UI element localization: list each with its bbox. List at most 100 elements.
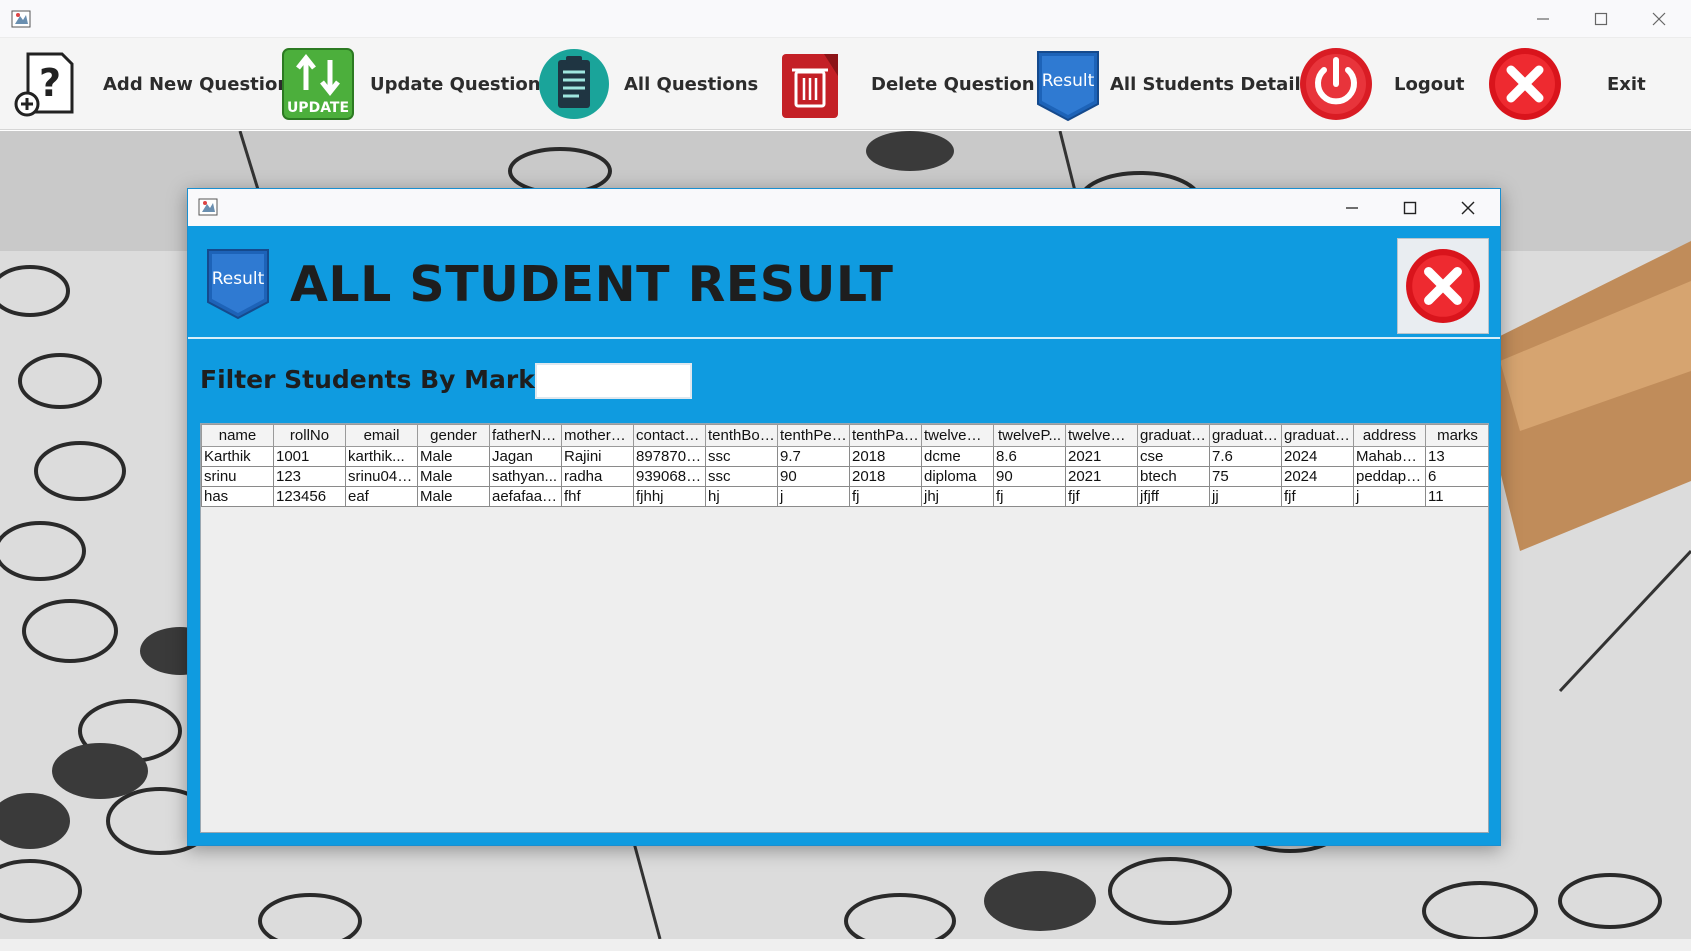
table-cell[interactable]: 123 xyxy=(273,466,346,487)
table-cell[interactable]: fj xyxy=(993,486,1066,507)
table-cell[interactable]: 6 xyxy=(1425,466,1488,487)
table-cell[interactable]: 2024 xyxy=(1281,466,1354,487)
table-cell[interactable]: jj xyxy=(1209,486,1282,507)
column-header[interactable]: graduatio... xyxy=(1137,424,1210,447)
table-cell[interactable]: karthik... xyxy=(345,446,418,467)
table-cell[interactable]: btech xyxy=(1137,466,1210,487)
table-cell[interactable]: fjf xyxy=(1065,486,1138,507)
table-cell[interactable]: 9.7 xyxy=(777,446,850,467)
column-header[interactable]: fatherNa... xyxy=(489,424,562,447)
table-cell[interactable]: 2018 xyxy=(849,466,922,487)
column-header[interactable]: gender xyxy=(417,424,490,447)
column-header[interactable]: twelveP... xyxy=(993,424,1066,447)
column-header[interactable]: name xyxy=(201,424,274,447)
table-cell[interactable]: 2024 xyxy=(1281,446,1354,467)
table-cell[interactable]: jhj xyxy=(921,486,994,507)
column-header[interactable]: tenthPas... xyxy=(849,424,922,447)
column-header[interactable]: rollNo xyxy=(273,424,346,447)
table-cell[interactable]: 8.6 xyxy=(993,446,1066,467)
table-row[interactable]: has 123456 eaf Male aefafaafaff fhf fjhhj hj j fj… xyxy=(201,486,1488,507)
table-cell[interactable]: j xyxy=(1353,486,1426,507)
table-cell[interactable]: 90 xyxy=(777,466,850,487)
table-cell[interactable]: fj xyxy=(849,486,922,507)
table-cell[interactable]: cse xyxy=(1137,446,1210,467)
table-row[interactable]: srinu 123 srinu046... Male sathyan... radha 93… xyxy=(201,466,1488,487)
add-new-question-button[interactable]: ? Add New Question xyxy=(10,46,290,122)
table-cell[interactable]: Mahabub... xyxy=(1353,446,1426,467)
table-cell[interactable]: fjhhj xyxy=(633,486,706,507)
table-cell[interactable]: Male xyxy=(417,466,490,487)
table-cell[interactable]: Karthik xyxy=(201,446,274,467)
table-cell[interactable]: 2018 xyxy=(849,446,922,467)
column-header[interactable]: twelveGr... xyxy=(921,424,994,447)
table-cell[interactable]: 1001 xyxy=(273,446,346,467)
table-cell[interactable]: sathyan... xyxy=(489,466,562,487)
table-cell[interactable]: srinu xyxy=(201,466,274,487)
table-cell[interactable]: dcme xyxy=(921,446,994,467)
java-app-icon xyxy=(11,10,31,28)
minimize-button[interactable] xyxy=(1516,4,1570,34)
column-header[interactable]: graduatio... xyxy=(1209,424,1282,447)
table-cell[interactable]: 7.6 xyxy=(1209,446,1282,467)
column-header[interactable]: tenthPer... xyxy=(777,424,850,447)
table-cell[interactable]: j xyxy=(777,486,850,507)
table-cell[interactable]: 11 xyxy=(1425,486,1488,507)
column-header[interactable]: twelvePa... xyxy=(1065,424,1138,447)
table-cell[interactable]: 75 xyxy=(1209,466,1282,487)
table-cell[interactable]: fjf xyxy=(1281,486,1354,507)
column-header[interactable]: marks xyxy=(1425,424,1488,447)
close-window-button[interactable] xyxy=(1632,4,1686,34)
students-results-table[interactable]: name rollNo email gender fatherNa... motherN.… xyxy=(200,423,1489,833)
table-cell[interactable]: radha xyxy=(561,466,634,487)
dialog-close-window-button[interactable] xyxy=(1439,193,1497,223)
table-cell[interactable]: ssc xyxy=(705,446,778,467)
column-header[interactable]: tenthBoa... xyxy=(705,424,778,447)
table-cell[interactable]: 90 xyxy=(993,466,1066,487)
logout-button[interactable]: Logout xyxy=(1298,46,1465,122)
table-cell[interactable]: eaf xyxy=(345,486,418,507)
dialog-maximize-button[interactable] xyxy=(1381,193,1439,223)
all-questions-button[interactable]: All Questions xyxy=(536,46,758,122)
main-title-bar xyxy=(0,0,1691,38)
close-dialog-button[interactable] xyxy=(1397,238,1489,334)
table-cell[interactable]: 2021 xyxy=(1065,446,1138,467)
maximize-button[interactable] xyxy=(1574,4,1628,34)
all-students-details-button[interactable]: Result All Students Details xyxy=(1030,46,1311,122)
column-header[interactable]: contactNo xyxy=(633,424,706,447)
main-toolbar: ? Add New Question UPDATE Update Questio… xyxy=(0,38,1691,130)
table-cell[interactable]: peddapalli xyxy=(1353,466,1426,487)
table-cell[interactable]: ssc xyxy=(705,466,778,487)
table-cell[interactable]: 8978703... xyxy=(633,446,706,467)
table-cell[interactable]: diploma xyxy=(921,466,994,487)
table-cell[interactable]: 9390689... xyxy=(633,466,706,487)
table-cell[interactable]: Jagan xyxy=(489,446,562,467)
svg-text:?: ? xyxy=(39,61,61,105)
logout-label: Logout xyxy=(1394,73,1465,95)
filter-marks-input[interactable] xyxy=(535,363,692,399)
table-cell[interactable]: hj xyxy=(705,486,778,507)
table-cell[interactable]: has xyxy=(201,486,274,507)
table-cell[interactable]: jfjff xyxy=(1137,486,1210,507)
exit-button[interactable]: Exit xyxy=(1487,46,1646,122)
trash-icon xyxy=(782,54,838,118)
table-cell[interactable]: 123456 xyxy=(273,486,346,507)
column-header[interactable]: address xyxy=(1353,424,1426,447)
close-icon xyxy=(1406,249,1480,323)
table-cell[interactable]: srinu046... xyxy=(345,466,418,487)
dialog-minimize-button[interactable] xyxy=(1323,193,1381,223)
update-question-button[interactable]: UPDATE Update Question xyxy=(280,46,541,122)
table-cell[interactable]: aefafaafaff xyxy=(489,486,562,507)
table-cell[interactable]: fhf xyxy=(561,486,634,507)
table-row[interactable]: Karthik 1001 karthik... Male Jagan Rajini 8978… xyxy=(201,446,1488,467)
table-cell[interactable]: Rajini xyxy=(561,446,634,467)
delete-question-button[interactable]: Delete Question xyxy=(774,46,1035,122)
result-badge-icon: Result xyxy=(1037,51,1099,122)
table-cell[interactable]: Male xyxy=(417,486,490,507)
table-cell[interactable]: Male xyxy=(417,446,490,467)
column-header[interactable]: graduatio... xyxy=(1281,424,1354,447)
column-header[interactable]: motherN... xyxy=(561,424,634,447)
column-header[interactable]: email xyxy=(345,424,418,447)
table-body: Karthik 1001 karthik... Male Jagan Rajini 8978… xyxy=(201,446,1488,507)
table-cell[interactable]: 2021 xyxy=(1065,466,1138,487)
table-cell[interactable]: 13 xyxy=(1425,446,1488,467)
